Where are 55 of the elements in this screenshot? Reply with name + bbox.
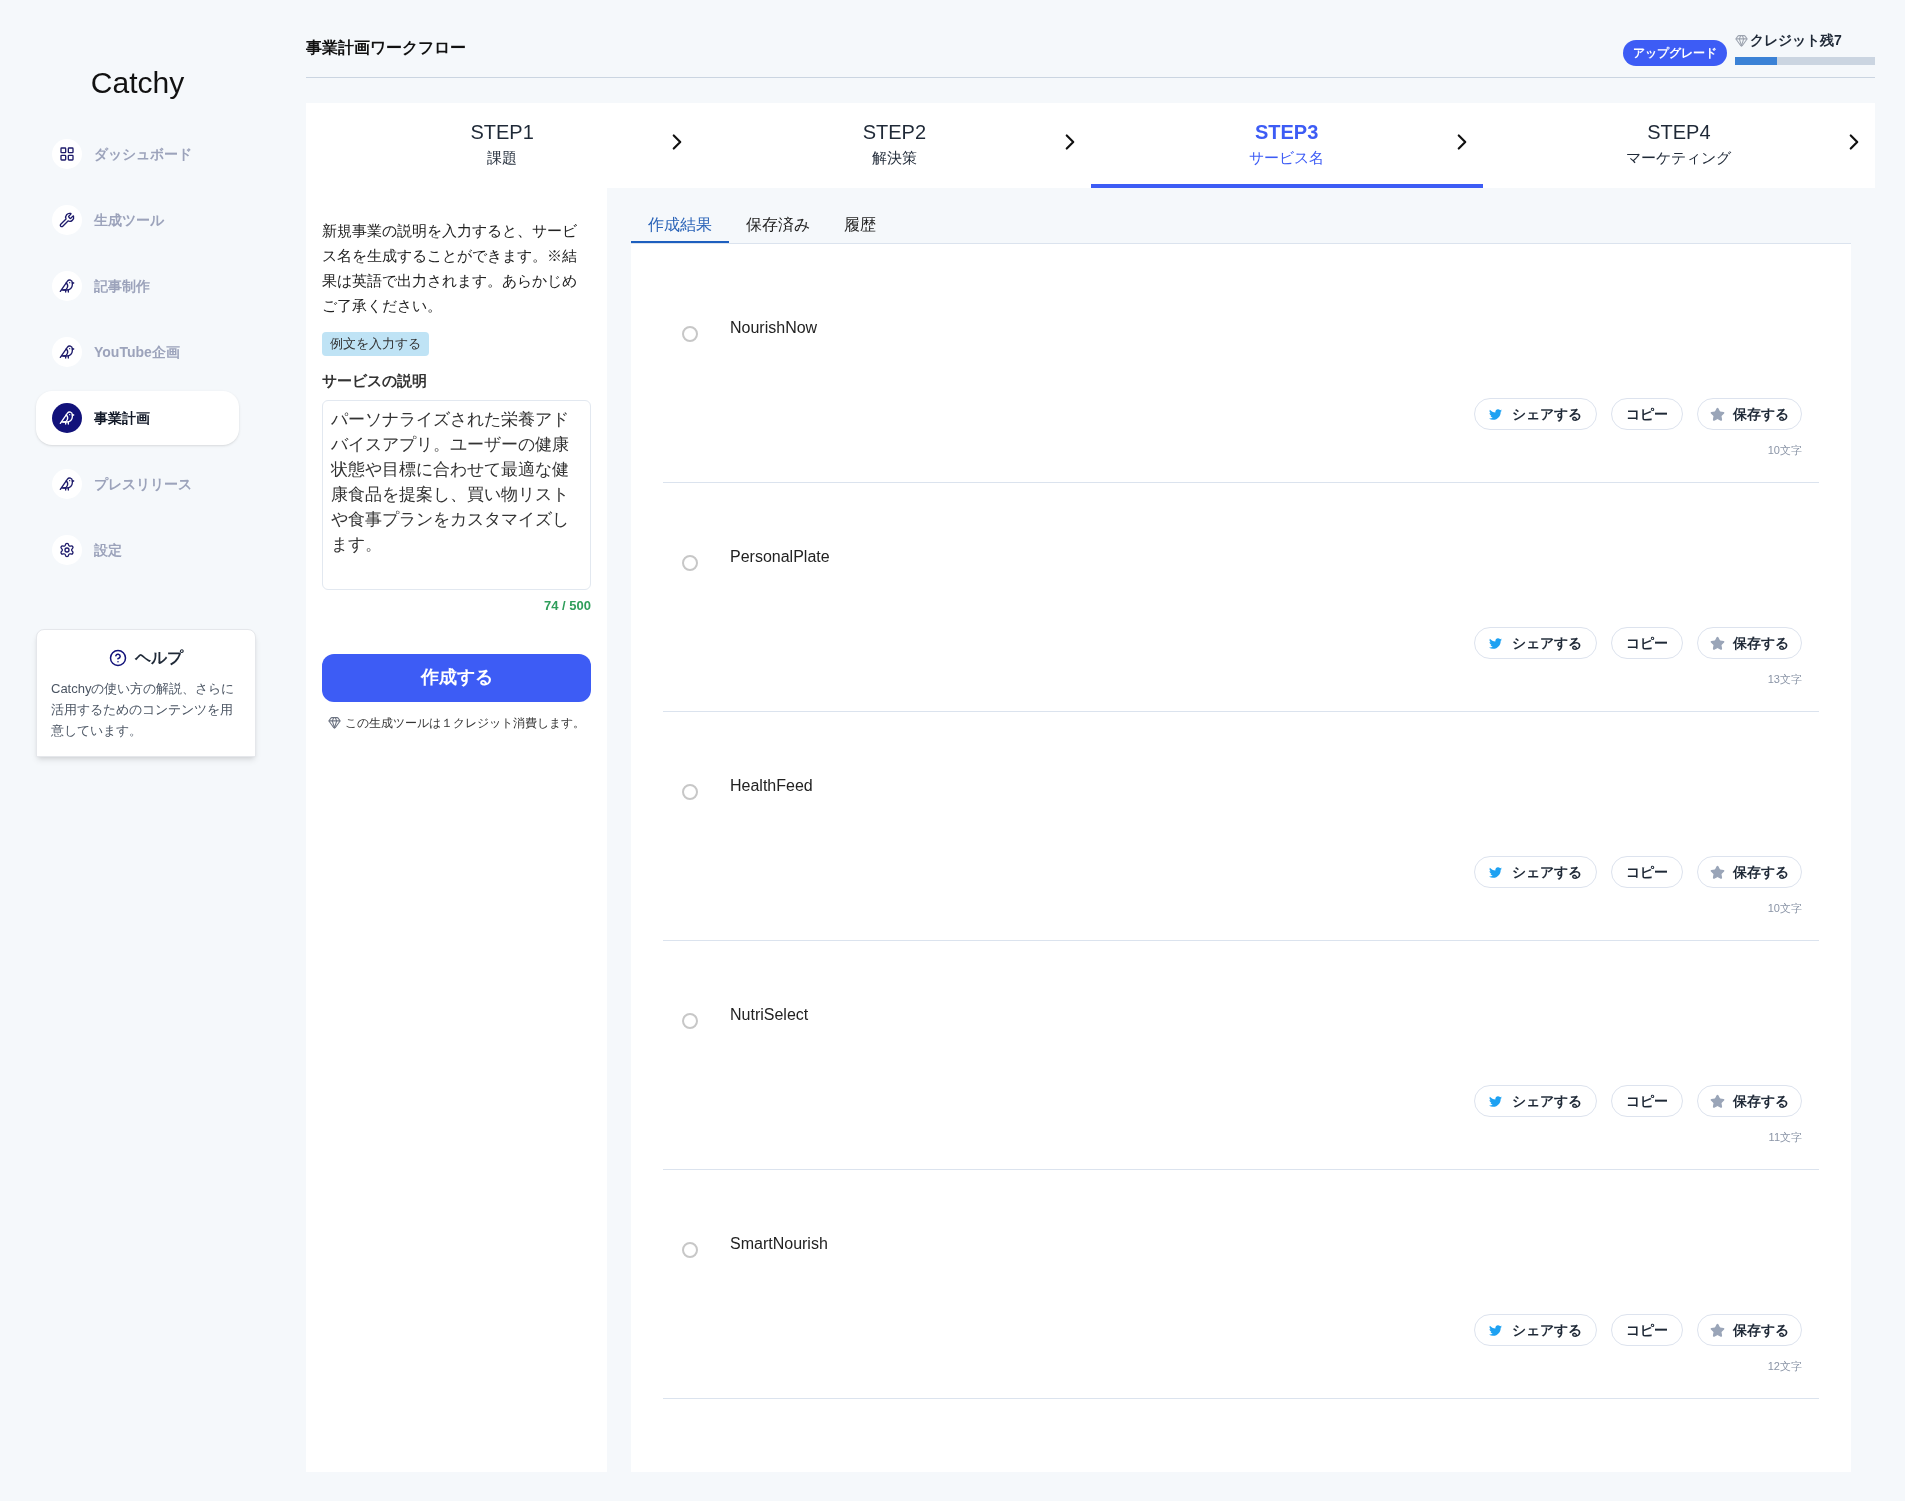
bird-icon bbox=[1489, 1094, 1502, 1108]
bird-icon bbox=[1489, 407, 1502, 421]
step-tab[interactable]: STEP4 マーケティング bbox=[1482, 103, 1875, 188]
page-title: 事業計画ワークフロー bbox=[306, 37, 466, 58]
radio-button[interactable] bbox=[682, 1242, 698, 1258]
star-icon bbox=[1710, 406, 1725, 422]
bird-icon bbox=[59, 476, 75, 492]
service-name: SmartNourish bbox=[730, 1234, 828, 1254]
bird-icon bbox=[59, 344, 75, 360]
bird-icon bbox=[59, 278, 75, 294]
char-counter: 74 / 500 bbox=[544, 597, 591, 615]
char-count: 10文字 bbox=[1767, 443, 1803, 458]
radio-button[interactable] bbox=[682, 1013, 698, 1029]
example-button[interactable]: 例文を入力する bbox=[322, 332, 429, 356]
intro-text: 新規事業の説明を入力すると、サービス名を生成することができます。※結果は英語で出力されます。あらかじめご了承ください。 bbox=[322, 221, 578, 316]
char-count: 12文字 bbox=[1767, 1359, 1803, 1374]
radio-button[interactable] bbox=[682, 326, 698, 342]
step-tab[interactable]: STEP1 課題 bbox=[306, 103, 699, 188]
result-tab[interactable]: 保存済み bbox=[729, 208, 827, 243]
star-icon bbox=[1710, 1322, 1725, 1338]
step-tab[interactable]: STEP2 解決策 bbox=[698, 103, 1091, 188]
logo: Catchy bbox=[90, 65, 185, 101]
bird-icon bbox=[59, 410, 75, 426]
bird-icon bbox=[1489, 865, 1502, 879]
description-field[interactable]: パーソナライズされた栄養アドバイスアプリ。ユーザーの健康状態や目標に合わせて最適な健康食品を提案し、買い物リストや食事プランをカスタマイズします。 bbox=[322, 400, 591, 590]
star-icon bbox=[1710, 1093, 1725, 1109]
radio-button[interactable] bbox=[682, 555, 698, 571]
char-count: 11文字 bbox=[1768, 1130, 1803, 1145]
wrench-icon bbox=[59, 212, 75, 228]
help-title: ヘルプ bbox=[135, 648, 183, 668]
star-icon bbox=[1710, 635, 1725, 651]
step-tab[interactable]: STEP3 サービス名 bbox=[1090, 103, 1483, 188]
char-count: 13文字 bbox=[1767, 672, 1803, 687]
service-name: NourishNow bbox=[730, 318, 818, 338]
gem-icon bbox=[328, 716, 341, 729]
star-icon bbox=[1710, 864, 1725, 880]
help-icon bbox=[109, 649, 127, 667]
field-label: サービスの説明 bbox=[322, 370, 428, 391]
char-count: 10文字 bbox=[1767, 901, 1803, 916]
result-tab[interactable]: 履歴 bbox=[827, 208, 893, 243]
upgrade-button[interactable]: アップグレード bbox=[1623, 39, 1727, 66]
service-name: PersonalPlate bbox=[730, 547, 830, 567]
service-name: NutriSelect bbox=[730, 1005, 809, 1025]
bird-icon bbox=[1489, 1323, 1502, 1337]
service-name: HealthFeed bbox=[730, 776, 813, 796]
credit-note: この生成ツールは１クレジット消費します。 bbox=[345, 714, 585, 732]
bird-icon bbox=[1489, 636, 1502, 650]
help-text: Catchyの使い方の解説、さらに活用するためのコンテンツを用意しています。 bbox=[51, 680, 236, 740]
radio-button[interactable] bbox=[682, 784, 698, 800]
credit-label: クレジット残7 bbox=[1750, 31, 1842, 50]
sidebar-item[interactable]: 事業計画 bbox=[36, 391, 239, 445]
create-button[interactable]: 作成する bbox=[322, 653, 591, 702]
grid-icon bbox=[59, 146, 75, 162]
settings-icon bbox=[59, 542, 75, 558]
gem-icon bbox=[1735, 34, 1748, 47]
